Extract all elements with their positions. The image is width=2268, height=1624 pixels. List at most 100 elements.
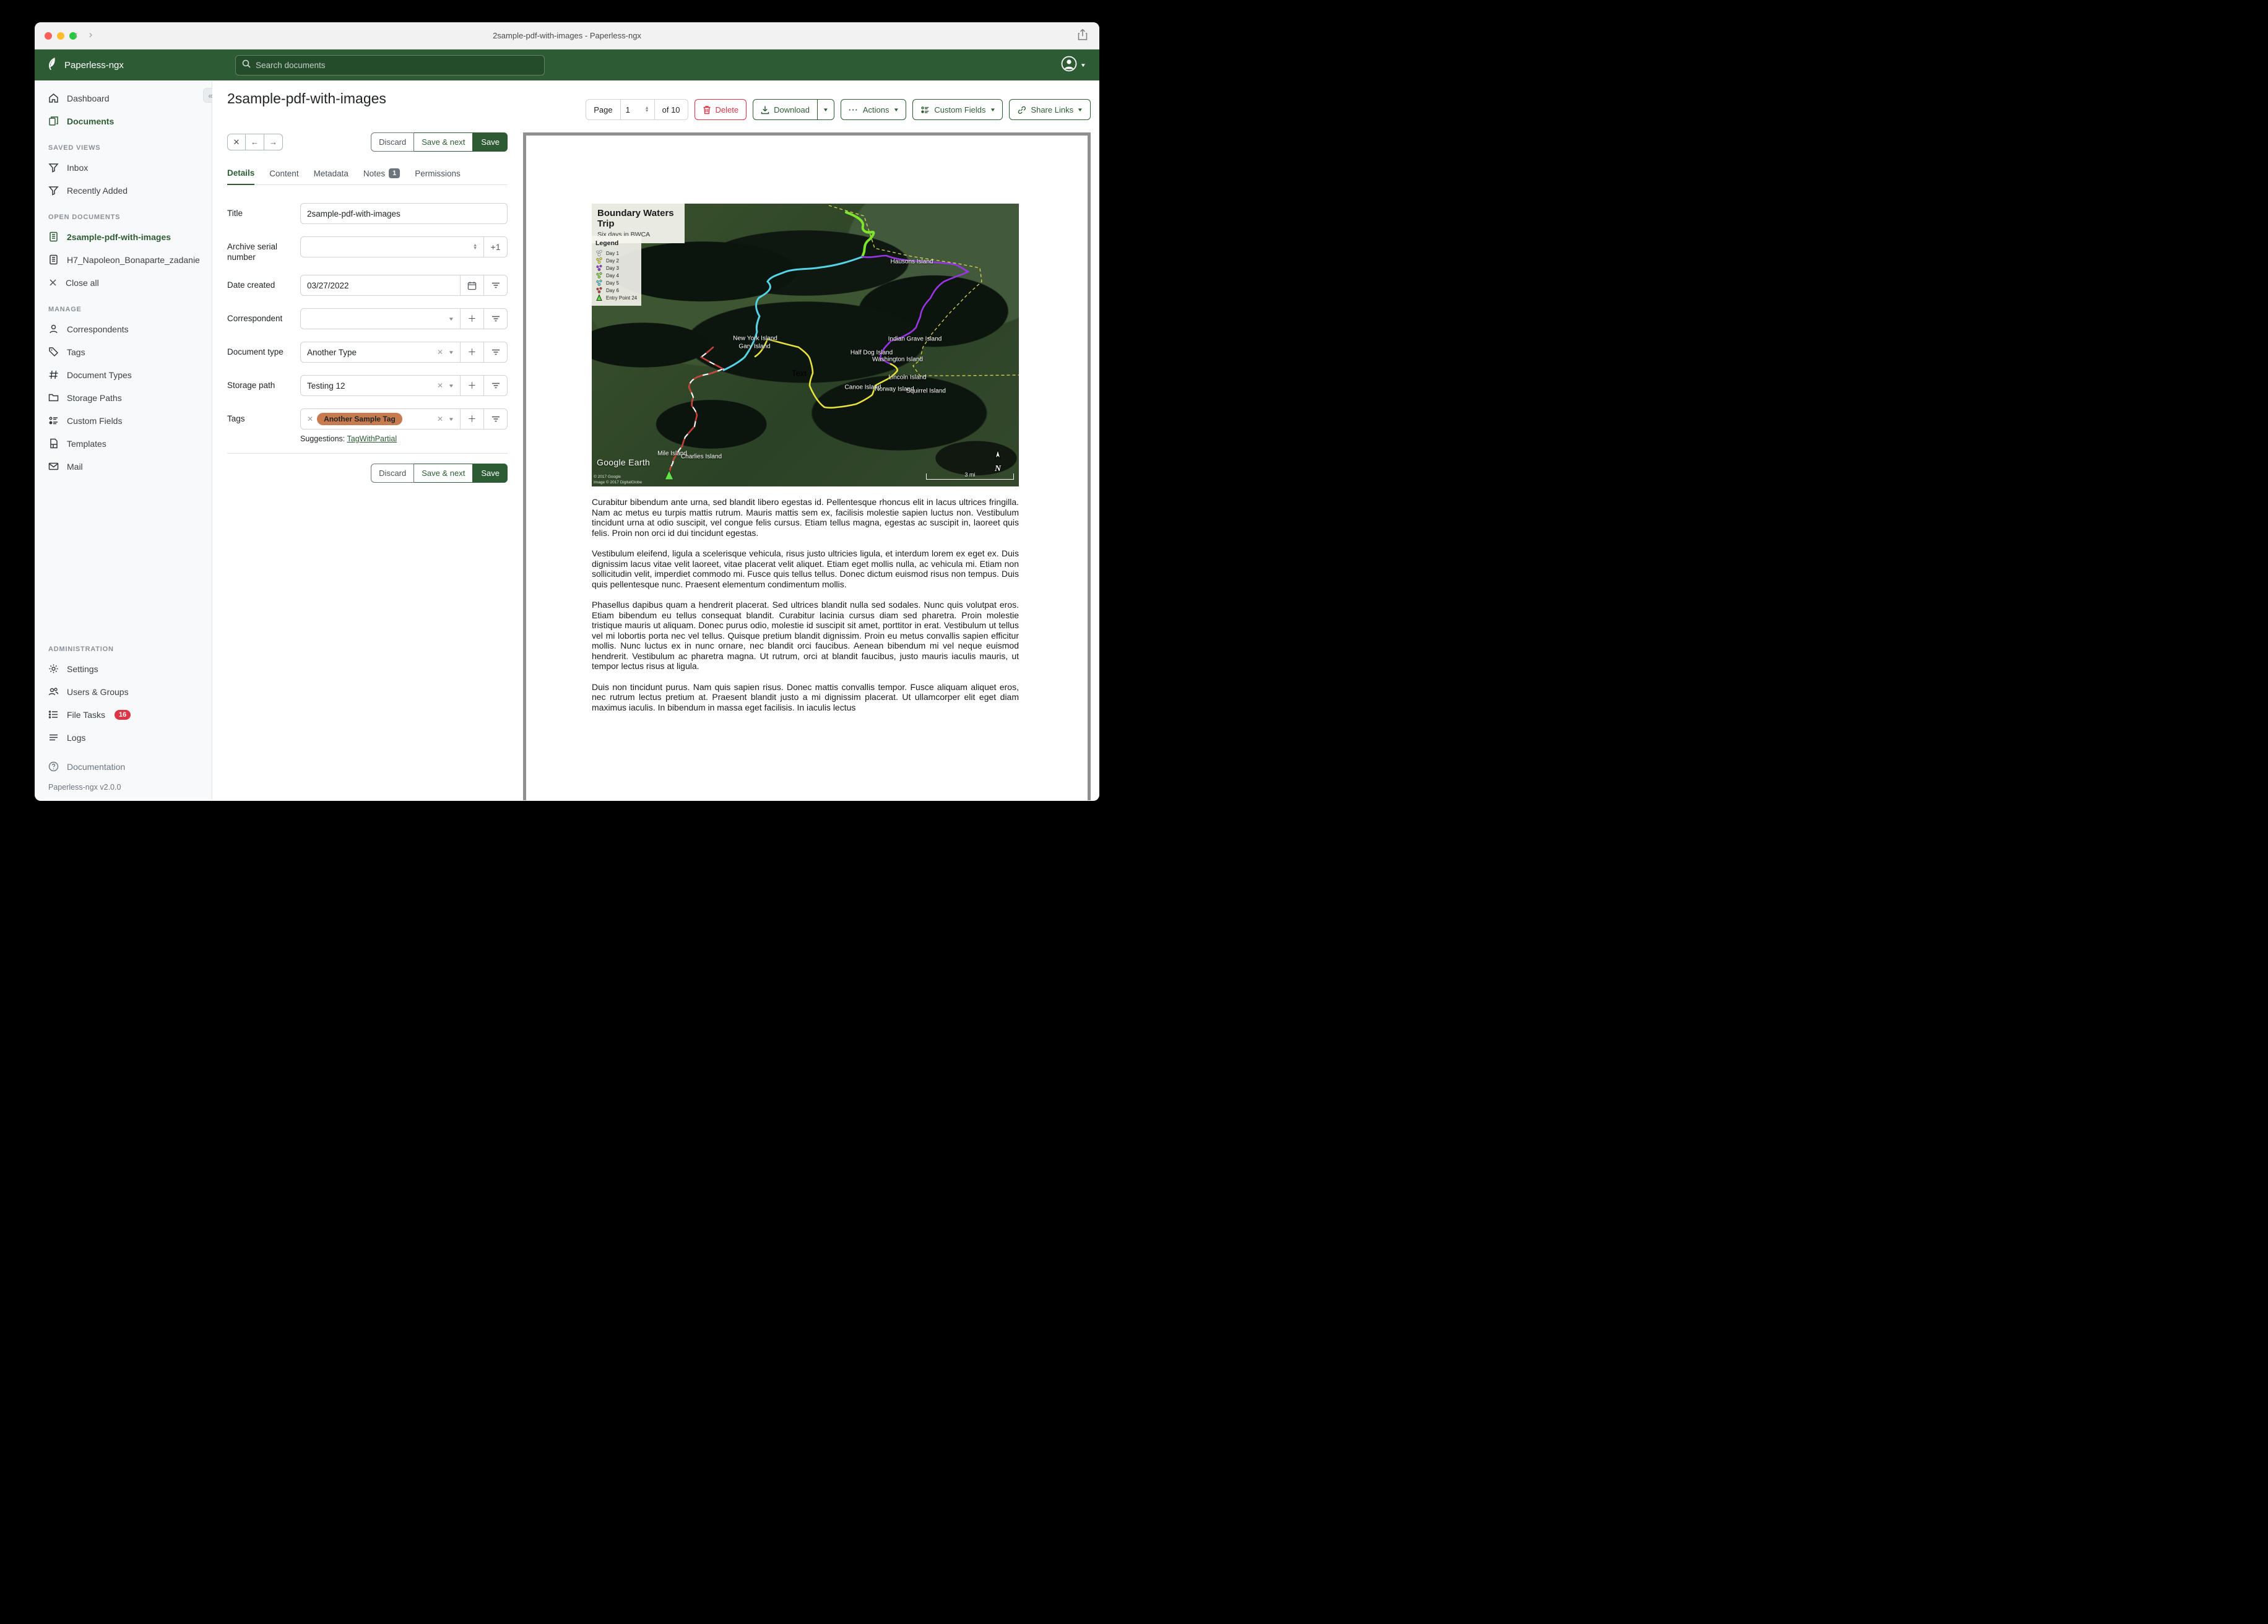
correspondent-filter-button[interactable] [483, 309, 507, 329]
discard-button-bottom[interactable]: Discard [371, 464, 415, 483]
sidebar-item-inbox[interactable]: Inbox [35, 156, 212, 179]
tab-permissions[interactable]: Permissions [415, 168, 461, 184]
add-tag-button[interactable]: ＋ [460, 409, 483, 429]
title-field-label: Title [227, 209, 243, 218]
search-input[interactable] [256, 60, 538, 70]
sidebar-item-logs[interactable]: Logs [35, 726, 212, 749]
add-storage-path-button[interactable]: ＋ [460, 376, 483, 395]
storage-path-select[interactable]: Testing 12 ✕ ▼ [301, 376, 460, 395]
tags-select[interactable]: ✕ Another Sample Tag ✕ ▼ [301, 409, 460, 429]
download-options-button[interactable]: ▼ [817, 99, 834, 120]
map-label: Washington Island [872, 356, 923, 363]
tab-notes[interactable]: Notes 1 [363, 168, 400, 184]
sidebar-item-mail[interactable]: Mail [35, 455, 212, 478]
sidebar-item-storage-paths[interactable]: Storage Paths [35, 386, 212, 409]
ellipsis-icon: ··· [848, 105, 859, 114]
delete-button[interactable]: Delete [694, 99, 747, 120]
document-title-heading: 2sample-pdf-with-images [227, 90, 386, 106]
legend-dots-icon [596, 287, 602, 293]
page-number-input[interactable]: 1 ▲ ▼ [620, 100, 655, 119]
date-filter-button[interactable] [483, 275, 507, 295]
browser-forward-icon[interactable]: › [89, 28, 93, 41]
chevron-down-icon: ▼ [448, 349, 455, 355]
asn-field-label: Archive serial number [227, 242, 278, 262]
suggestions-label: Suggestions: [300, 434, 345, 443]
document-toolbar: Page 1 ▲ ▼ of 10 Delete Download ▼ ··· A… [586, 99, 1091, 120]
suggestion-tag-link[interactable]: TagWithPartial [347, 434, 397, 443]
documents-icon [49, 116, 58, 126]
calendar-button[interactable] [460, 275, 483, 295]
actions-button[interactable]: ··· Actions ▼ [840, 99, 907, 120]
search-bar[interactable] [235, 54, 545, 76]
form-divider [227, 453, 508, 454]
tags-filter-button[interactable] [483, 409, 507, 429]
map-imagery-credit: Image © 2017 DigitalGlobe [594, 480, 643, 485]
tag-icon [49, 347, 59, 357]
save-next-button[interactable]: Save & next [414, 132, 474, 152]
date-created-input[interactable]: 03/27/2022 [301, 275, 460, 295]
clear-icon[interactable]: ✕ [437, 415, 443, 423]
document-type-select[interactable]: Another Type ✕ ▼ [301, 342, 460, 362]
save-next-button-bottom[interactable]: Save & next [414, 464, 474, 483]
document-type-filter-button[interactable] [483, 342, 507, 362]
add-correspondent-button[interactable]: ＋ [460, 309, 483, 329]
sidebar-item-users-groups[interactable]: Users & Groups [35, 680, 212, 703]
share-links-button[interactable]: Share Links ▼ [1009, 99, 1091, 120]
custom-fields-button[interactable]: Custom Fields ▼ [912, 99, 1003, 120]
discard-button[interactable]: Discard [371, 132, 415, 152]
asn-stepper-icon[interactable]: ▲ ▼ [473, 243, 477, 251]
sidebar-item-open-doc-1[interactable]: 2sample-pdf-with-images [35, 225, 212, 248]
sidebar-item-file-tasks[interactable]: File Tasks 16 [35, 703, 212, 726]
tab-content[interactable]: Content [269, 168, 298, 184]
sidebar-item-correspondents[interactable]: Correspondents [35, 317, 212, 340]
sidebar-item-tags[interactable]: Tags [35, 340, 212, 363]
previous-document-button[interactable]: ← [246, 134, 264, 150]
correspondent-select[interactable]: ▼ [301, 309, 460, 329]
close-window-button[interactable] [45, 32, 52, 40]
asn-increment-button[interactable]: +1 [483, 237, 507, 257]
sidebar-item-recently-added[interactable]: Recently Added [35, 179, 212, 202]
remove-tag-icon[interactable]: ✕ [307, 415, 313, 423]
clear-icon[interactable]: ✕ [437, 381, 443, 390]
tab-metadata[interactable]: Metadata [314, 168, 348, 184]
tab-details[interactable]: Details [227, 168, 255, 185]
clear-icon[interactable]: ✕ [437, 348, 443, 356]
pdf-text-block: Curabitur bibendum ante urna, sed blandi… [592, 497, 1019, 723]
download-button[interactable]: Download [753, 99, 818, 120]
browser-back-icon[interactable]: ‹ [74, 28, 78, 41]
page-total-label: of 10 [662, 105, 680, 114]
sidebar-item-custom-fields[interactable]: Custom Fields [35, 409, 212, 432]
app-header: Paperless-ngx ▼ [35, 50, 1099, 80]
close-document-button[interactable]: ✕ [227, 134, 246, 150]
save-button[interactable]: Save [473, 132, 508, 152]
template-icon [50, 438, 58, 449]
sidebar-item-documents[interactable]: Documents [35, 110, 212, 132]
share-icon[interactable] [1077, 28, 1088, 44]
save-button-bottom[interactable]: Save [473, 464, 508, 483]
asn-input[interactable]: ▲ ▼ [301, 237, 483, 257]
next-document-button[interactable]: → [264, 134, 283, 150]
page-stepper-icon[interactable]: ▲ ▼ [645, 106, 649, 113]
tag-chip[interactable]: Another Sample Tag [317, 413, 402, 425]
app-brand[interactable]: Paperless-ngx [35, 57, 212, 74]
save-group-bottom: Discard Save & next Save [371, 464, 508, 483]
avatar-icon [1061, 56, 1077, 75]
title-input[interactable]: 2sample-pdf-with-images [301, 204, 507, 223]
correspondent-label: Correspondent [227, 314, 283, 323]
pdf-preview-pane[interactable]: Boundary Waters Trip Six days in BWCA Le… [523, 132, 1091, 800]
window-title: 2sample-pdf-with-images - Paperless-ngx [493, 31, 641, 40]
chevron-down-icon: ▼ [989, 106, 996, 113]
user-menu[interactable]: ▼ [1061, 56, 1086, 75]
chevron-down-icon: ▼ [448, 316, 455, 322]
sidebar-item-documentation[interactable]: Documentation [35, 755, 212, 778]
storage-path-filter-button[interactable] [483, 376, 507, 395]
sidebar-item-document-types[interactable]: Document Types [35, 363, 212, 386]
sidebar-item-close-all[interactable]: Close all [35, 271, 212, 294]
sidebar-item-settings[interactable]: Settings [35, 657, 212, 680]
sidebar-item-open-doc-2[interactable]: H7_Napoleon_Bonaparte_zadanie [35, 248, 212, 271]
download-split-button: Download ▼ [753, 99, 834, 120]
sidebar-item-dashboard[interactable]: Dashboard [35, 87, 212, 110]
add-document-type-button[interactable]: ＋ [460, 342, 483, 362]
minimize-window-button[interactable] [57, 32, 64, 40]
sidebar-item-templates[interactable]: Templates [35, 432, 212, 455]
